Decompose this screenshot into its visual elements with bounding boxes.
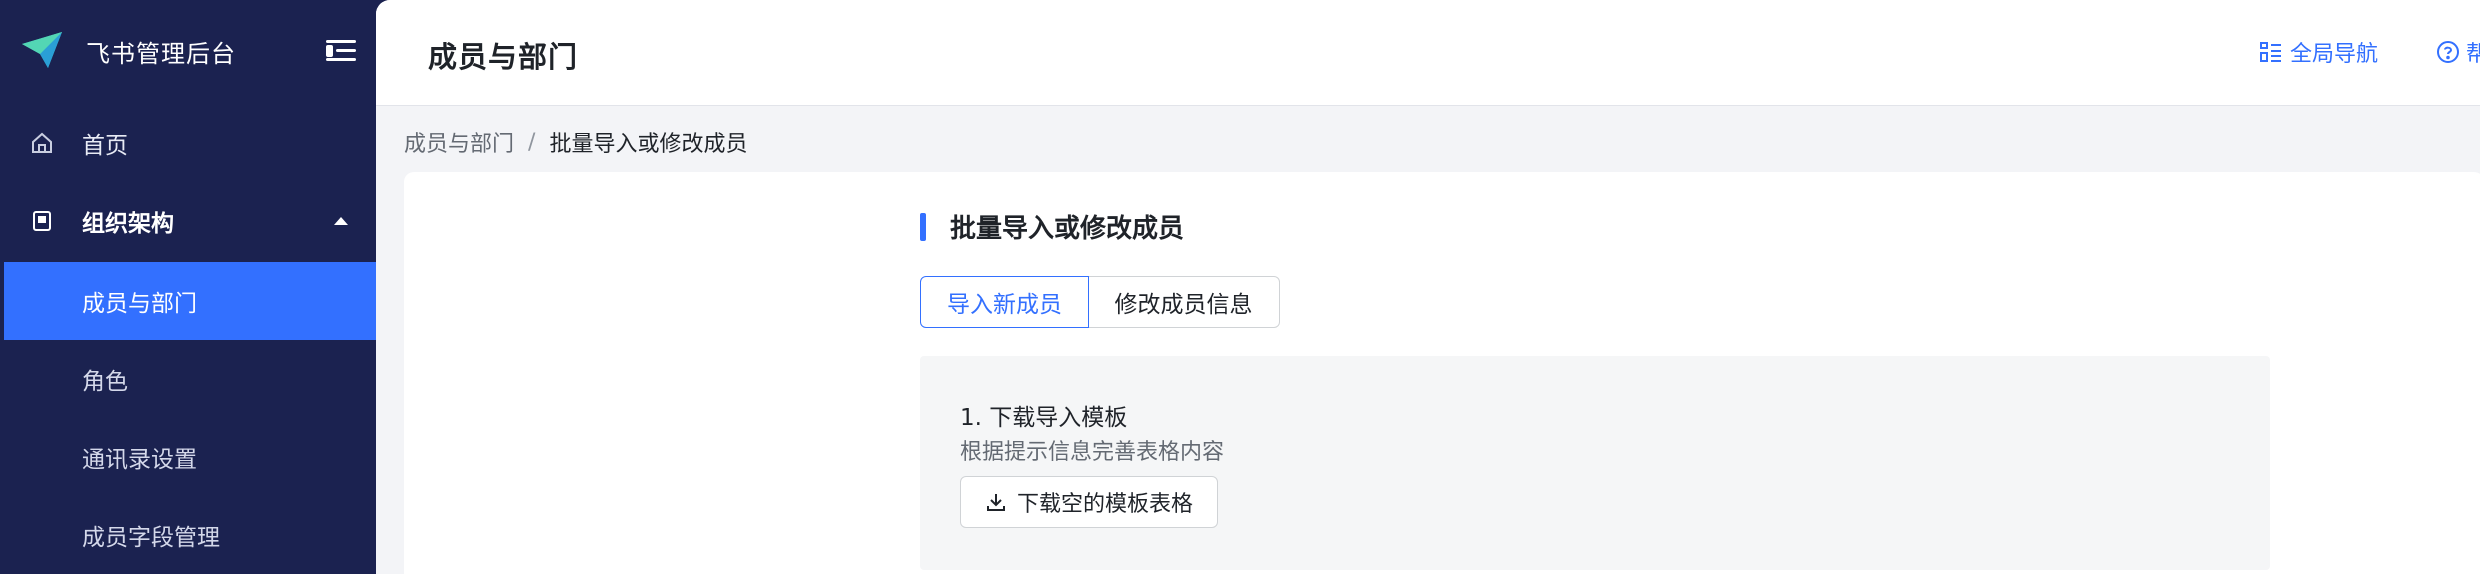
menu-fold-icon[interactable]: [326, 38, 356, 64]
download-button-label: 下载空的模板表格: [1017, 492, 1194, 517]
section-header: 批量导入或修改成员: [920, 208, 1184, 245]
sidebar-item-label: 通讯录设置: [82, 447, 197, 473]
sidebar-item-label: 成员与部门: [82, 291, 197, 317]
sidebar-item-label: 首页: [82, 133, 128, 159]
grid-list-icon: [2260, 42, 2281, 62]
breadcrumb: 成员与部门 / 批量导入或修改成员: [404, 126, 747, 158]
sidebar-item-roles[interactable]: 角色: [0, 340, 376, 418]
sidebar: 飞书管理后台 首页 组织架构 成员与部门 角色 通讯录设置 成员字段管理: [0, 0, 376, 574]
top-bar: 成员与部门 全局导航 帮: [376, 0, 2480, 106]
step-download-template: 1. 下载导入模板 根据提示信息完善表格内容 下载空的模板表格: [920, 356, 2270, 570]
section-accent-bar: [920, 212, 926, 241]
tab-import-new-members[interactable]: 导入新成员: [920, 276, 1089, 328]
global-nav-label: 全局导航: [2290, 42, 2379, 67]
sidebar-header: 飞书管理后台: [0, 0, 376, 104]
breadcrumb-parent-link[interactable]: 成员与部门: [404, 126, 514, 158]
breadcrumb-separator: /: [528, 129, 536, 155]
app-title: 飞书管理后台: [86, 40, 236, 68]
main-area: 成员与部门 全局导航 帮 成员与部门 / 批量导入或修改成员 批量导入或修改成员: [376, 0, 2480, 574]
home-icon: [32, 132, 52, 153]
help-label: 帮: [2466, 42, 2480, 67]
download-icon: [987, 494, 1005, 511]
section-title: 批量导入或修改成员: [950, 214, 1185, 244]
sidebar-item-home[interactable]: 首页: [0, 104, 376, 182]
question-circle-icon: [2437, 41, 2459, 63]
feishu-logo-icon: [22, 32, 62, 68]
sidebar-item-label: 成员字段管理: [82, 525, 220, 551]
sidebar-item-label: 角色: [82, 369, 128, 395]
sidebar-item-contacts-settings[interactable]: 通讯录设置: [0, 418, 376, 496]
sidebar-item-org-structure[interactable]: 组织架构: [0, 182, 376, 260]
content-card: 批量导入或修改成员 导入新成员 修改成员信息 1. 下载导入模板 根据提示信息完…: [404, 172, 2480, 574]
help-button[interactable]: 帮: [2436, 36, 2480, 68]
download-template-button[interactable]: 下载空的模板表格: [960, 476, 1219, 528]
step-title: 1. 下载导入模板: [960, 405, 1128, 431]
tab-modify-member-info[interactable]: 修改成员信息: [1087, 276, 1280, 328]
page-title: 成员与部门: [428, 40, 579, 74]
sidebar-item-members-departments[interactable]: 成员与部门: [4, 262, 376, 340]
mode-tabs: 导入新成员 修改成员信息: [920, 276, 1280, 328]
step-description: 根据提示信息完善表格内容: [960, 440, 1225, 465]
sidebar-item-label: 组织架构: [82, 211, 174, 237]
breadcrumb-current: 批量导入或修改成员: [549, 132, 748, 157]
org-chart-icon: [33, 211, 51, 231]
global-nav-button[interactable]: 全局导航: [2258, 36, 2378, 68]
sidebar-item-member-fields[interactable]: 成员字段管理: [0, 496, 376, 574]
caret-up-icon: [334, 217, 348, 225]
